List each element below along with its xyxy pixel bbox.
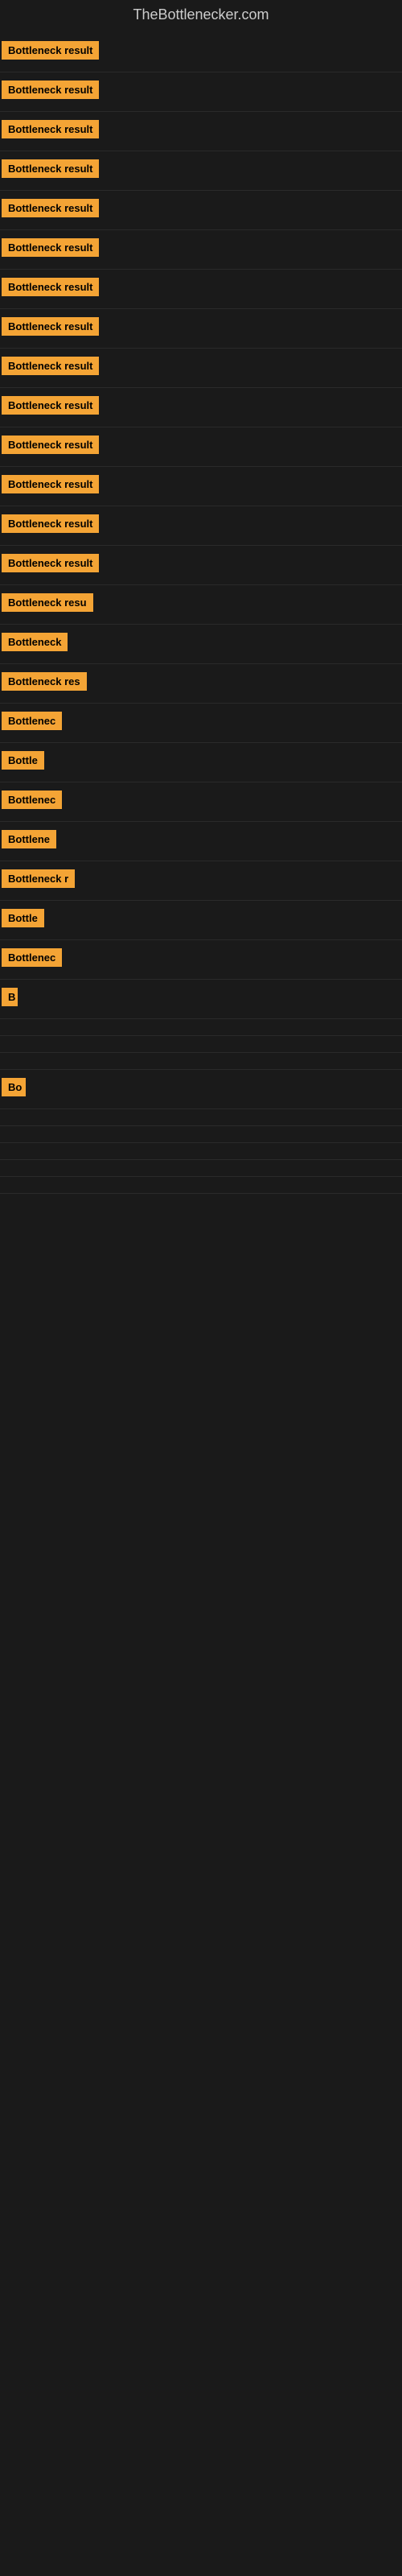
bottleneck-result-label[interactable]: Bottleneck result xyxy=(2,317,99,336)
bottleneck-result-label[interactable]: Bottleneck r xyxy=(2,869,75,888)
table-row: Bottleneck result xyxy=(0,309,402,349)
table-row: Bottleneck result xyxy=(0,191,402,230)
items-list: Bottleneck result Bottleneck result Bottle… xyxy=(0,33,402,1194)
table-row: Bottleneck res xyxy=(0,664,402,704)
table-row: Bottleneck result xyxy=(0,546,402,585)
bottleneck-result-label[interactable]: Bottleneck resu xyxy=(2,593,93,612)
bottleneck-result-label[interactable]: Bottle xyxy=(2,909,44,927)
bottleneck-result-label[interactable]: Bottleneck result xyxy=(2,199,99,217)
table-row: Bottle xyxy=(0,743,402,782)
bottleneck-result-label[interactable]: B xyxy=(2,988,18,1006)
bottleneck-result-label[interactable]: Bottlene xyxy=(2,830,56,848)
bottleneck-result-label[interactable]: Bottleneck result xyxy=(2,554,99,572)
bottleneck-result-label[interactable]: Bottleneck result xyxy=(2,278,99,296)
bottleneck-result-label[interactable]: Bottlenec xyxy=(2,948,62,967)
table-row: Bottlene xyxy=(0,822,402,861)
table-row: Bottleneck xyxy=(0,625,402,664)
bottleneck-result-label[interactable]: Bottleneck res xyxy=(2,672,87,691)
table-row xyxy=(0,1019,402,1036)
bottleneck-result-label[interactable]: Bottleneck result xyxy=(2,238,99,257)
bottleneck-result-label[interactable]: Bottleneck result xyxy=(2,159,99,178)
bottleneck-result-label[interactable]: Bottleneck result xyxy=(2,357,99,375)
table-row: Bottleneck result xyxy=(0,112,402,151)
bottleneck-result-label[interactable]: Bottleneck result xyxy=(2,41,99,60)
bottleneck-result-label[interactable]: Bottleneck result xyxy=(2,396,99,415)
table-row xyxy=(0,1036,402,1053)
bottleneck-result-label[interactable]: Bottle xyxy=(2,751,44,770)
bottleneck-result-label[interactable]: Bottleneck result xyxy=(2,120,99,138)
table-row: Bottlenec xyxy=(0,704,402,743)
bottleneck-result-label[interactable]: Bottleneck result xyxy=(2,436,99,454)
table-row: Bottleneck result xyxy=(0,349,402,388)
table-row xyxy=(0,1143,402,1160)
table-row: Bottleneck result xyxy=(0,230,402,270)
bottleneck-result-label[interactable]: Bottleneck xyxy=(2,633,68,651)
bottleneck-result-label[interactable]: Bottleneck result xyxy=(2,475,99,493)
table-row: B xyxy=(0,980,402,1019)
table-row: Bottle xyxy=(0,901,402,940)
bottleneck-result-label[interactable]: Bottleneck result xyxy=(2,514,99,533)
site-title: TheBottlenecker.com xyxy=(0,0,402,33)
bottleneck-result-label[interactable]: Bottlenec xyxy=(2,791,62,809)
table-row: Bottlenec xyxy=(0,940,402,980)
table-row: Bottleneck result xyxy=(0,151,402,191)
table-row xyxy=(0,1109,402,1126)
bottleneck-result-label[interactable]: Bottleneck result xyxy=(2,80,99,99)
table-row: Bottleneck result xyxy=(0,270,402,309)
table-row: Bottleneck result xyxy=(0,467,402,506)
table-row: Bottleneck r xyxy=(0,861,402,901)
bottleneck-result-label[interactable]: Bottlenec xyxy=(2,712,62,730)
bottleneck-result-label[interactable]: Bo xyxy=(2,1078,26,1096)
table-row: Bottleneck result xyxy=(0,33,402,72)
table-row xyxy=(0,1126,402,1143)
table-row xyxy=(0,1177,402,1194)
table-row: Bottleneck resu xyxy=(0,585,402,625)
table-row: Bottleneck result xyxy=(0,427,402,467)
site-title-container: TheBottlenecker.com xyxy=(0,0,402,33)
table-row xyxy=(0,1053,402,1070)
table-row xyxy=(0,1160,402,1177)
table-row: Bottleneck result xyxy=(0,72,402,112)
table-row: Bottlenec xyxy=(0,782,402,822)
table-row: Bo xyxy=(0,1070,402,1109)
table-row: Bottleneck result xyxy=(0,388,402,427)
table-row: Bottleneck result xyxy=(0,506,402,546)
